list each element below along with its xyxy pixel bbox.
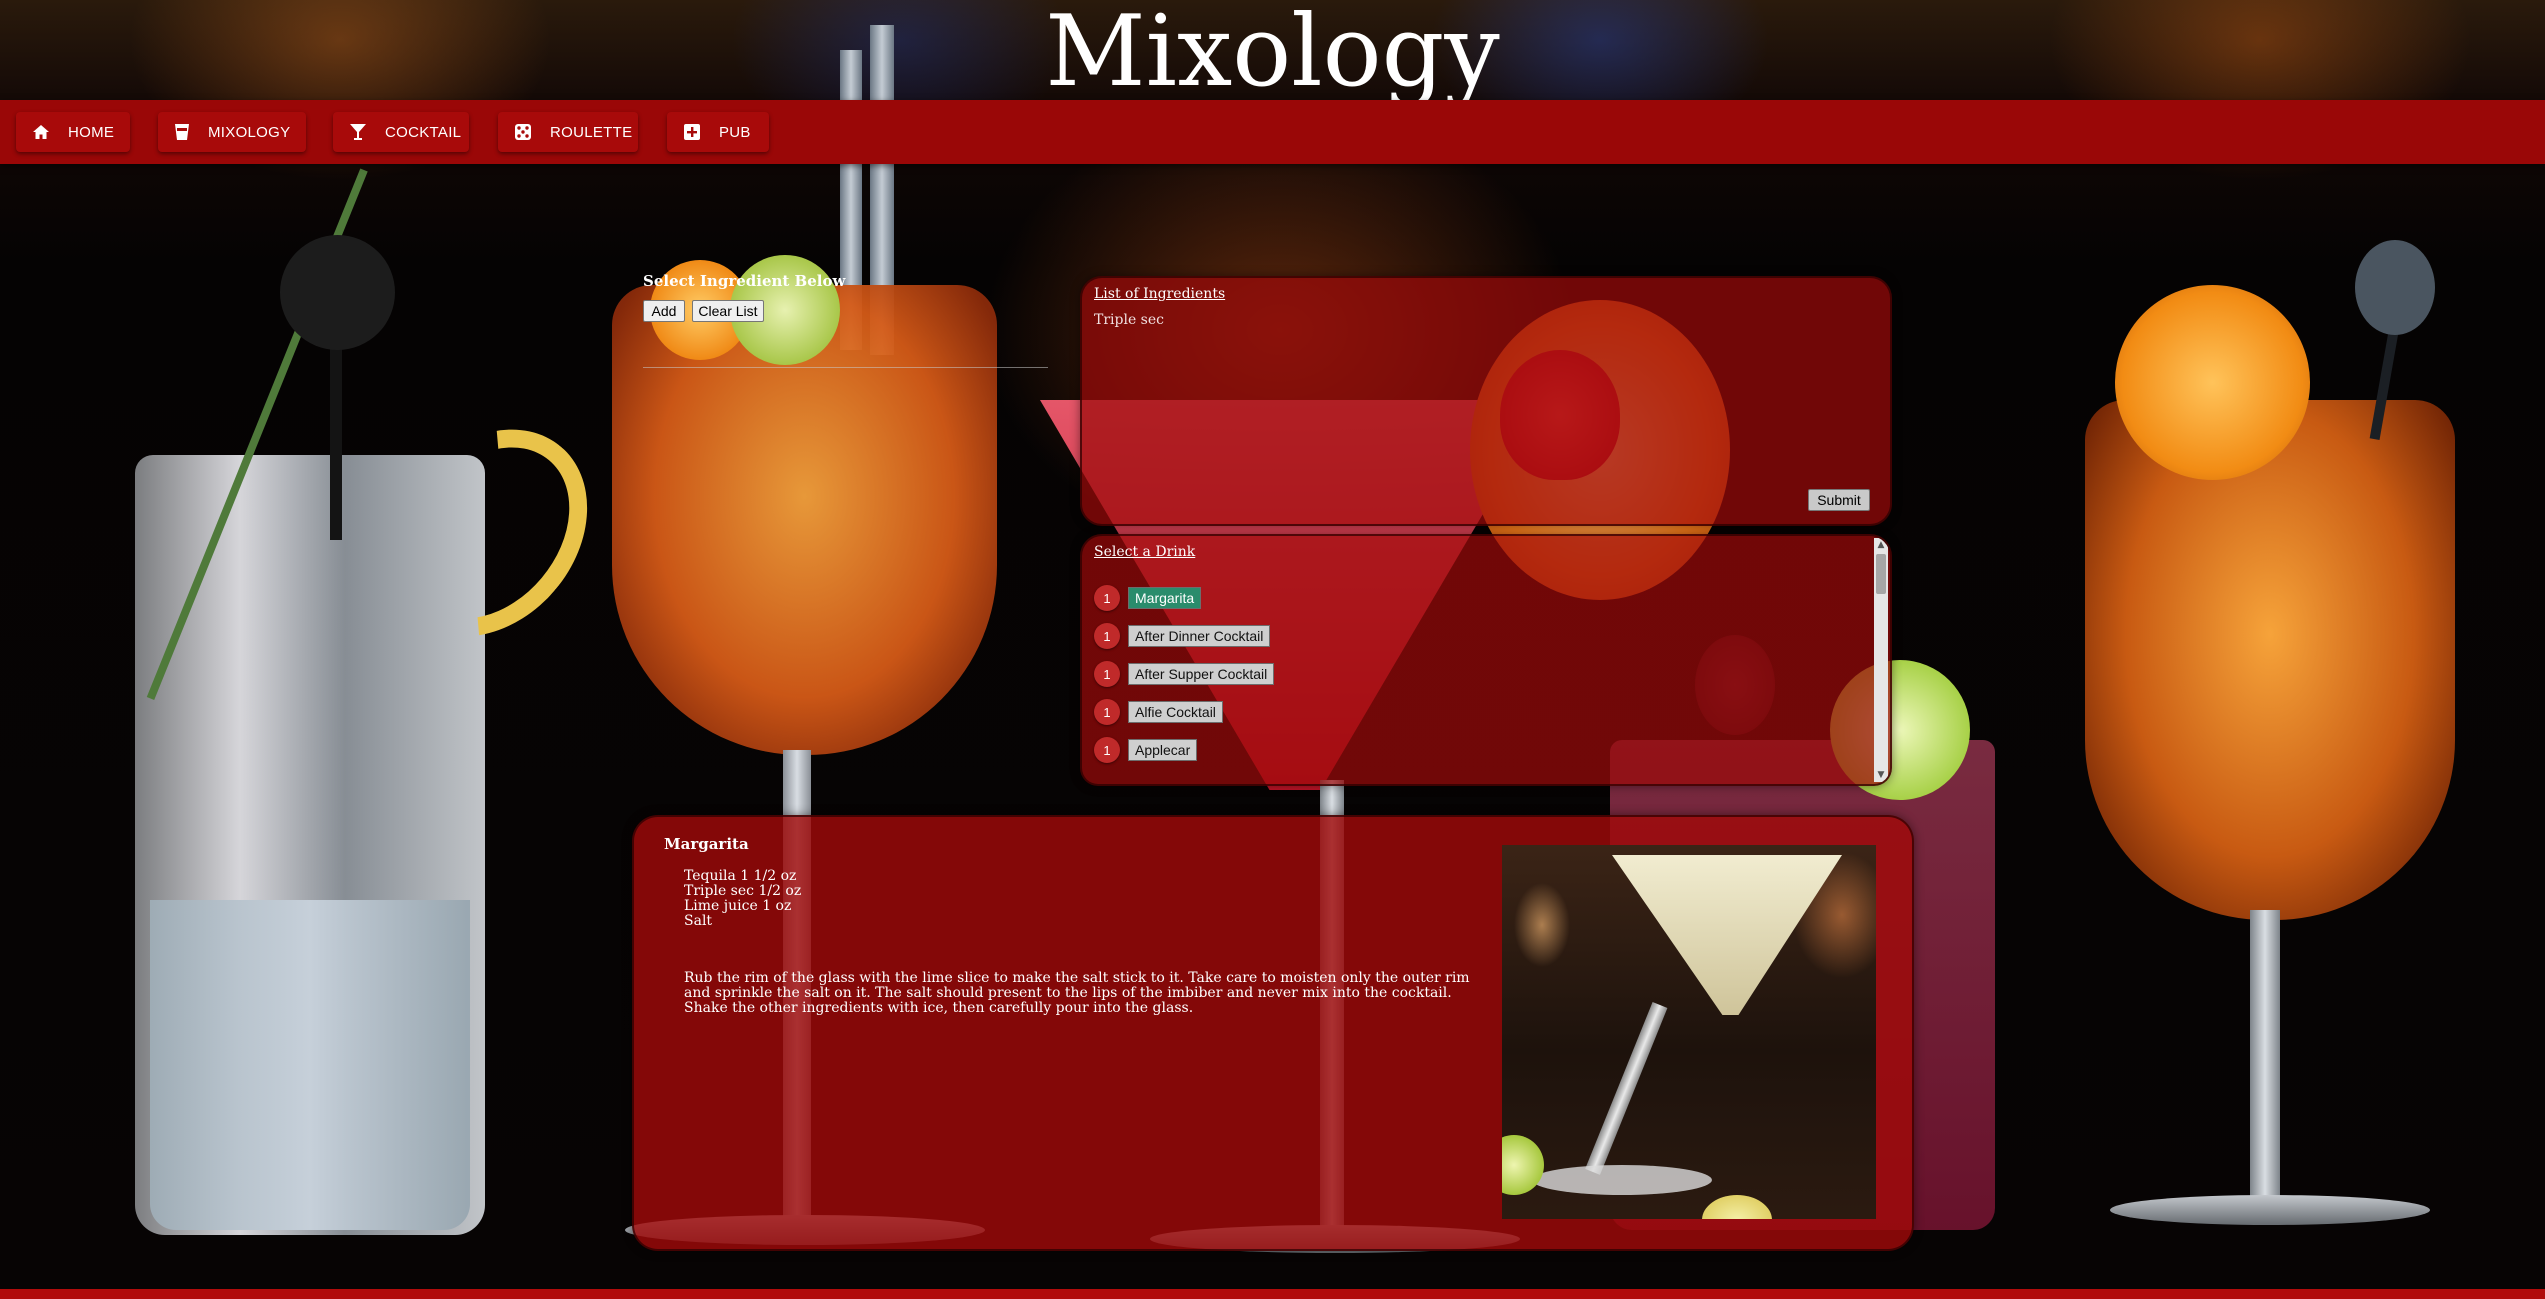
drink-row: 1 Margarita [1094, 584, 1202, 612]
nav-roulette-label: ROULETTE [550, 123, 633, 141]
drink-button-margarita[interactable]: Margarita [1128, 587, 1202, 609]
drink-row: 1 Alfie Cocktail [1094, 698, 1223, 726]
glass-base [2110, 1195, 2430, 1225]
photo-glass-stem [1585, 1002, 1668, 1175]
add-ingredient-button[interactable]: Add [643, 300, 685, 322]
ingredients-heading: List of Ingredients [1094, 286, 1226, 302]
nav-cocktail-label: COCKTAIL [385, 123, 462, 141]
drinks-panel: Select a Drink 1 Margarita 1 After Dinne… [1080, 534, 1892, 786]
drink-button-after-supper-cocktail[interactable]: After Supper Cocktail [1128, 663, 1275, 685]
drink-count-badge: 1 [1094, 737, 1120, 763]
stir-stick [330, 340, 342, 540]
recipe-instructions: Rub the rim of the glass with the lime s… [684, 970, 1470, 1016]
home-icon [32, 122, 50, 142]
nav-pub-button[interactable]: PUB [667, 112, 769, 152]
margarita-photo [1502, 845, 1876, 1219]
drink-button-alfie-cocktail[interactable]: Alfie Cocktail [1128, 701, 1223, 723]
nav-home-label: HOME [68, 123, 115, 141]
orange-slice [2115, 285, 2310, 480]
drink-count-badge: 1 [1094, 623, 1120, 649]
photo-glass-base [1532, 1165, 1712, 1195]
submit-button[interactable]: Submit [1808, 489, 1870, 511]
drink-count-badge: 1 [1094, 661, 1120, 687]
drink-row: 1 Applecar [1094, 736, 1198, 764]
scroll-thumb[interactable] [1876, 554, 1886, 594]
nav-home-button[interactable]: HOME [16, 112, 130, 152]
nav-pub-label: PUB [719, 123, 751, 141]
photo-lime [1502, 1135, 1544, 1195]
plus-square-icon [683, 122, 701, 142]
drinks-heading: Select a Drink [1094, 544, 1196, 560]
recipe-ingredient: Lime juice 1 oz [684, 898, 792, 914]
drink-button-after-dinner-cocktail[interactable]: After Dinner Cocktail [1128, 625, 1271, 647]
orange-cocktail-glass-image [2085, 400, 2455, 920]
ingredient-dropdown[interactable] [643, 367, 1048, 368]
nav-cocktail-button[interactable]: COCKTAIL [333, 112, 469, 152]
recipe-ingredient: Salt [684, 913, 713, 929]
drink-row: 1 After Dinner Cocktail [1094, 622, 1271, 650]
stir-disc [280, 235, 395, 350]
photo-lemon [1702, 1195, 1772, 1219]
footer-bar [0, 1289, 2545, 1299]
recipe-ingredient: Tequila 1 1/2 oz [684, 868, 797, 884]
photo-glass-bowl [1612, 855, 1842, 1015]
glass-icon [174, 122, 190, 142]
nav-mixology-label: MIXOLOGY [208, 123, 291, 141]
ingredient-list-item: Triple sec [1094, 312, 1164, 328]
glass-stem [2250, 910, 2280, 1210]
nav-bar: HOME MIXOLOGY COCKTAIL ROULETTE PUB [0, 100, 2545, 164]
dice-icon [514, 122, 532, 142]
ingredients-panel: List of Ingredients Triple sec Submit [1080, 276, 1892, 526]
drink-count-badge: 1 [1094, 585, 1120, 611]
nav-roulette-button[interactable]: ROULETTE [498, 112, 638, 152]
nav-mixology-button[interactable]: MIXOLOGY [158, 112, 306, 152]
stir-disc [2355, 240, 2435, 335]
drink-count-badge: 1 [1094, 699, 1120, 725]
recipe-title: Margarita [664, 835, 749, 853]
scroll-up-icon[interactable]: ▲ [1874, 538, 1888, 552]
drinks-scrollbar[interactable]: ▲ ▼ [1874, 538, 1888, 782]
site-title: Mixology [1045, 0, 1500, 109]
recipe-ingredient: Triple sec 1/2 oz [684, 883, 802, 899]
drink-button-applecar[interactable]: Applecar [1128, 739, 1198, 761]
select-ingredient-label: Select Ingredient Below [643, 272, 846, 290]
cocktail-icon [349, 122, 367, 142]
drink-row: 1 After Supper Cocktail [1094, 660, 1275, 688]
recipe-ingredient-list: Tequila 1 1/2 oz Triple sec 1/2 oz Lime … [684, 869, 801, 929]
scroll-down-icon[interactable]: ▼ [1874, 768, 1888, 782]
tall-glass-liquid [150, 900, 470, 1230]
clear-list-button[interactable]: Clear List [692, 300, 764, 322]
recipe-panel: Margarita Tequila 1 1/2 oz Triple sec 1/… [632, 815, 1914, 1251]
